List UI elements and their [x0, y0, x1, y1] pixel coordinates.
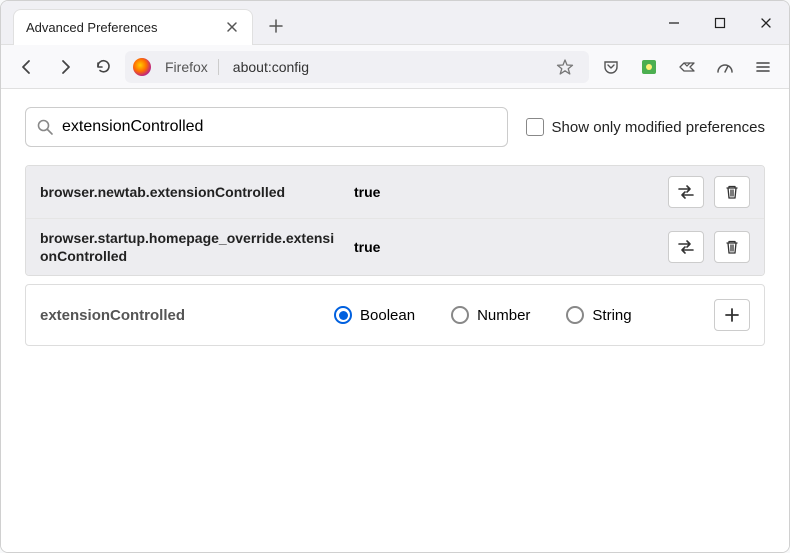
pref-value: true	[354, 239, 654, 255]
pref-actions	[668, 176, 750, 208]
close-tab-icon[interactable]	[224, 19, 240, 35]
delete-button[interactable]	[714, 176, 750, 208]
pref-search-box[interactable]	[25, 107, 508, 147]
meter-icon[interactable]	[709, 51, 741, 83]
search-row: Show only modified preferences	[25, 107, 765, 147]
tab-title: Advanced Preferences	[26, 20, 224, 35]
pocket-icon[interactable]	[595, 51, 627, 83]
app-menu-button[interactable]	[747, 51, 779, 83]
pref-name: browser.newtab.extensionControlled	[40, 183, 340, 201]
radio-icon	[566, 306, 584, 324]
show-modified-toggle[interactable]: Show only modified preferences	[526, 118, 765, 136]
new-tab-button[interactable]	[261, 11, 291, 41]
plus-icon	[724, 307, 740, 323]
forward-button[interactable]	[49, 51, 81, 83]
radio-icon	[451, 306, 469, 324]
radio-number[interactable]: Number	[451, 306, 530, 324]
type-radio-group: Boolean Number String	[334, 306, 700, 324]
browser-tab[interactable]: Advanced Preferences	[13, 9, 253, 45]
trash-icon	[724, 239, 740, 255]
radio-boolean[interactable]: Boolean	[334, 306, 415, 324]
trash-icon	[724, 184, 740, 200]
add-pref-button[interactable]	[714, 299, 750, 331]
nav-toolbar: Firefox	[1, 45, 789, 89]
toggle-button[interactable]	[668, 176, 704, 208]
radio-label: Boolean	[360, 307, 415, 324]
toggle-icon	[676, 184, 696, 200]
pref-row[interactable]: browser.startup.homepage_override.extens…	[26, 219, 764, 275]
pref-row[interactable]: browser.newtab.extensionControlled true	[26, 166, 764, 219]
mail-icon[interactable]	[671, 51, 703, 83]
new-pref-row: extensionControlled Boolean Number Strin…	[25, 284, 765, 346]
radio-string[interactable]: String	[566, 306, 631, 324]
pref-name: browser.startup.homepage_override.extens…	[40, 229, 340, 265]
radio-label: String	[592, 307, 631, 324]
pref-search-input[interactable]	[62, 118, 497, 136]
radio-label: Number	[477, 307, 530, 324]
reload-button[interactable]	[87, 51, 119, 83]
pref-actions	[668, 231, 750, 263]
minimize-button[interactable]	[651, 1, 697, 45]
url-bar[interactable]: Firefox	[125, 51, 589, 83]
bookmark-star-icon[interactable]	[549, 51, 581, 83]
about-config-content: Show only modified preferences browser.n…	[1, 89, 789, 552]
identity-label: Firefox	[161, 59, 219, 75]
close-window-button[interactable]	[743, 1, 789, 45]
url-input[interactable]	[225, 59, 543, 75]
radio-icon	[334, 306, 352, 324]
pref-table: browser.newtab.extensionControlled true …	[25, 165, 765, 276]
delete-button[interactable]	[714, 231, 750, 263]
titlebar: Advanced Preferences	[1, 1, 789, 45]
back-button[interactable]	[11, 51, 43, 83]
window-controls	[651, 1, 789, 45]
maximize-button[interactable]	[697, 1, 743, 45]
firefox-logo-icon	[133, 58, 151, 76]
checkbox-icon[interactable]	[526, 118, 544, 136]
toggle-icon	[676, 239, 696, 255]
new-pref-name: extensionControlled	[40, 307, 320, 324]
toggle-button[interactable]	[668, 231, 704, 263]
search-icon	[36, 118, 54, 136]
extension-icon[interactable]	[633, 51, 665, 83]
pref-value: true	[354, 184, 654, 200]
show-modified-label: Show only modified preferences	[552, 119, 765, 136]
